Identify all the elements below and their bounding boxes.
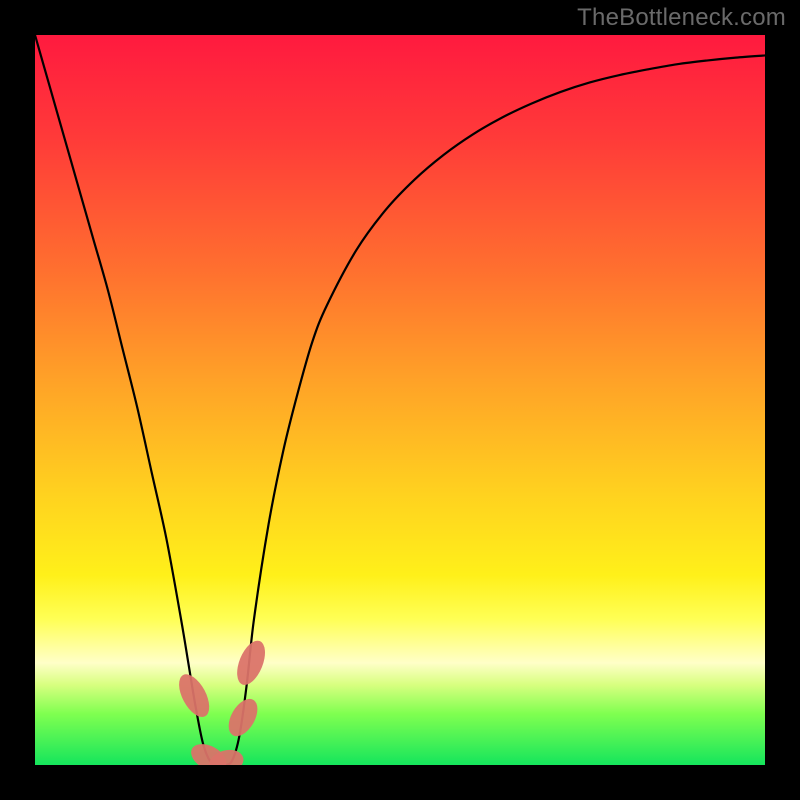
watermark-text: TheBottleneck.com xyxy=(577,4,786,32)
chart-plot-area xyxy=(35,35,765,765)
chart-svg xyxy=(35,35,765,765)
optimal-marker xyxy=(223,694,264,741)
optimal-marker xyxy=(231,637,270,689)
bottleneck-curve xyxy=(35,35,765,765)
optimal-marker xyxy=(173,670,216,722)
